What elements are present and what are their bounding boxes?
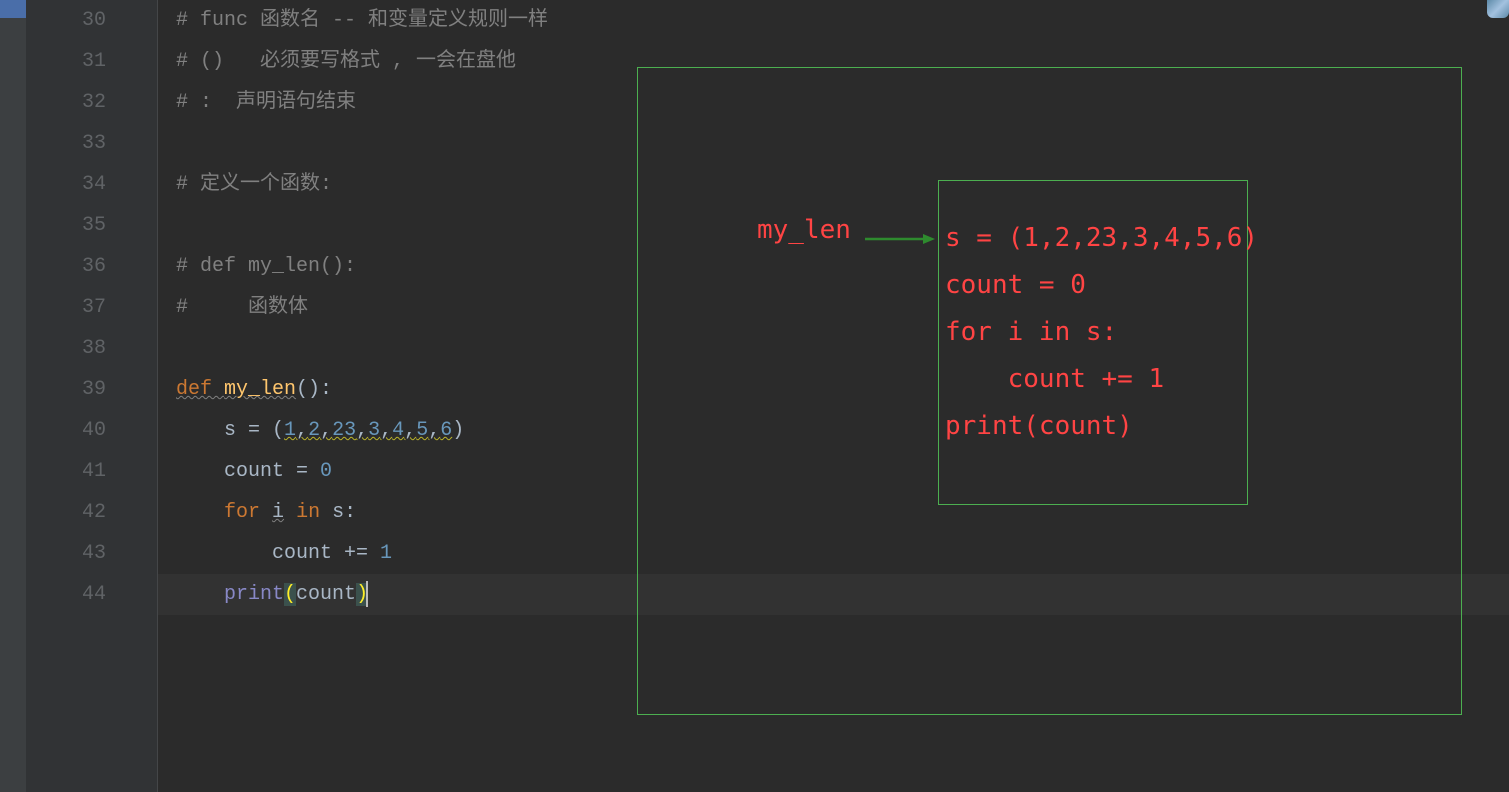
inspection-icon[interactable]	[1487, 0, 1509, 18]
token-text: s = (	[176, 419, 284, 442]
annotation-inner-code: s = (1,2,23,3,4,5,6) count = 0 for i in …	[945, 215, 1258, 450]
token-number-wavy: 6	[440, 419, 452, 442]
token-number: 0	[320, 460, 332, 483]
line-number[interactable]: 32	[26, 82, 106, 123]
caret	[366, 581, 368, 607]
gutter[interactable]: 3031323334353637⊟3839⊟4041424344	[26, 0, 158, 792]
line-number[interactable]: 33	[26, 123, 106, 164]
token-comma-wavy: ,	[380, 419, 392, 442]
token-text: count +=	[176, 542, 380, 565]
token-comma-wavy: ,	[320, 419, 332, 442]
line-number[interactable]: 37	[26, 287, 106, 328]
left-sidebar	[0, 0, 26, 792]
line-number[interactable]: 31	[26, 41, 106, 82]
sidebar-indicator	[0, 0, 26, 18]
line-number[interactable]: 40	[26, 410, 106, 451]
line-number[interactable]: 30	[26, 0, 106, 41]
token-text	[176, 583, 224, 606]
annotation-label: my_len	[757, 215, 851, 245]
token-comment: # 定义一个函数:	[176, 173, 332, 196]
token-comment: # : 声明语句结束	[176, 91, 356, 114]
token-text	[176, 501, 224, 524]
token-text: ():	[296, 378, 332, 401]
line-number[interactable]: 41	[26, 451, 106, 492]
token-text	[284, 501, 296, 524]
line-number[interactable]: 44	[26, 574, 106, 615]
token-number-wavy: 3	[368, 419, 380, 442]
token-text: count =	[176, 460, 320, 483]
token-number: 1	[380, 542, 392, 565]
line-number[interactable]: 38	[26, 328, 106, 369]
line-number[interactable]: 36	[26, 246, 106, 287]
token-text: )	[452, 419, 464, 442]
arrow-icon	[865, 233, 935, 237]
token-comment: # () 必须要写格式 , 一会在盘他	[176, 50, 516, 73]
line-number[interactable]: 43	[26, 533, 106, 574]
token-number-wavy: 1	[284, 419, 296, 442]
token-builtin: print	[224, 583, 284, 606]
token-comma-wavy: ,	[428, 419, 440, 442]
line-number[interactable]: 35	[26, 205, 106, 246]
token-comment: # def my_len():	[176, 255, 356, 278]
token-comment: # 函数体	[176, 296, 308, 319]
token-text: count	[296, 583, 356, 606]
line-number[interactable]: 42	[26, 492, 106, 533]
code-line[interactable]: # func 函数名 -- 和变量定义规则一样	[158, 0, 1509, 41]
token-comma-wavy: ,	[356, 419, 368, 442]
line-number[interactable]: 34	[26, 164, 106, 205]
token-comma-wavy: ,	[296, 419, 308, 442]
token-number-wavy: 2	[308, 419, 320, 442]
token-funcname-wavy: my_len	[224, 378, 296, 401]
token-number-wavy: 5	[416, 419, 428, 442]
token-text-wavy: i	[272, 501, 284, 524]
token-number-wavy: 23	[332, 419, 356, 442]
line-number[interactable]: 39	[26, 369, 106, 410]
token-keyword: in	[296, 501, 332, 524]
token-comment: # func 函数名 -- 和变量定义规则一样	[176, 9, 548, 32]
token-keyword-wavy: def	[176, 378, 224, 401]
token-paren-match: (	[284, 583, 296, 606]
token-number-wavy: 4	[392, 419, 404, 442]
token-keyword: for	[224, 501, 272, 524]
token-comma-wavy: ,	[404, 419, 416, 442]
token-text: s:	[332, 501, 356, 524]
